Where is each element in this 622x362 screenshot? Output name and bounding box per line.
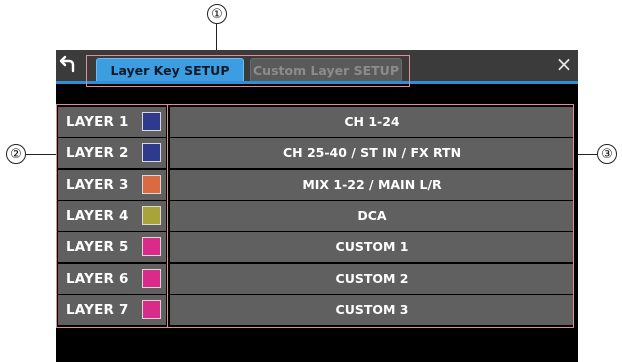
back-button[interactable] [56, 50, 80, 78]
layer-key-button[interactable]: LAYER 5 [58, 232, 166, 263]
layer-assignment-button[interactable]: CH 1-24 [170, 107, 574, 137]
layer-key-button[interactable]: LAYER 6 [58, 263, 166, 294]
callout-2-leader [26, 153, 60, 155]
layer-color-swatch[interactable] [142, 237, 161, 257]
callout-2: ② [6, 144, 26, 164]
layer-key-button[interactable]: LAYER 2 [58, 138, 166, 169]
tab-custom-layer-setup[interactable]: Custom Layer SETUP [250, 58, 402, 82]
layer-color-swatch[interactable] [142, 205, 161, 225]
layer-assignment-button[interactable]: MIX 1-22 / MAIN L/R [170, 169, 574, 200]
layer-name-label: LAYER 2 [66, 145, 129, 162]
layer-color-swatch[interactable] [142, 112, 161, 131]
layer-color-swatch[interactable] [142, 143, 161, 163]
layer-color-swatch[interactable] [142, 174, 161, 194]
layer-name-label: LAYER 6 [66, 270, 129, 287]
layer-name-label: LAYER 4 [66, 207, 129, 224]
layer-row: LAYER 3 MIX 1-22 / MAIN L/R [58, 169, 576, 200]
layer-key-button[interactable]: LAYER 1 [58, 107, 166, 137]
layer-color-swatch[interactable] [142, 268, 161, 288]
layer-assignment-button[interactable]: DCA [170, 200, 574, 231]
layer-assignment-button[interactable]: CUSTOM 1 [170, 232, 574, 263]
layer-name-label: LAYER 7 [66, 301, 129, 318]
layer-key-button[interactable]: LAYER 3 [58, 169, 166, 200]
layer-assignment-button[interactable]: CUSTOM 2 [170, 263, 574, 294]
layer-name-label: LAYER 3 [66, 176, 129, 193]
layer-row: LAYER 4 DCA [58, 200, 576, 231]
layer-key-setup-dialog: Layer Key SETUP Custom Layer SETUP × LAY… [56, 50, 578, 362]
layer-row: LAYER 6 CUSTOM 2 [58, 263, 576, 294]
layer-row: LAYER 7 CUSTOM 3 [58, 294, 576, 325]
layer-color-swatch[interactable] [142, 299, 161, 319]
layer-assignment-button[interactable]: CUSTOM 3 [170, 294, 574, 325]
tab-underline [56, 81, 578, 84]
back-arrow-icon [59, 55, 75, 73]
dialog-titlebar: Layer Key SETUP Custom Layer SETUP × [56, 50, 578, 82]
layer-row: LAYER 1 CH 1-24 [58, 107, 576, 137]
layer-row: LAYER 5 CUSTOM 1 [58, 232, 576, 263]
layer-row: LAYER 2 CH 25-40 / ST IN / FX RTN [58, 138, 576, 169]
tab-layer-key-setup[interactable]: Layer Key SETUP [96, 58, 244, 82]
layer-assignment-button[interactable]: CH 25-40 / ST IN / FX RTN [170, 138, 574, 169]
layer-name-label: LAYER 5 [66, 239, 129, 256]
layer-key-button[interactable]: LAYER 7 [58, 294, 166, 325]
layer-name-label: LAYER 1 [66, 114, 129, 130]
callout-3: ③ [597, 144, 617, 164]
callout-1: ① [207, 4, 227, 24]
layer-key-button[interactable]: LAYER 4 [58, 200, 166, 231]
close-icon[interactable]: × [554, 53, 574, 75]
